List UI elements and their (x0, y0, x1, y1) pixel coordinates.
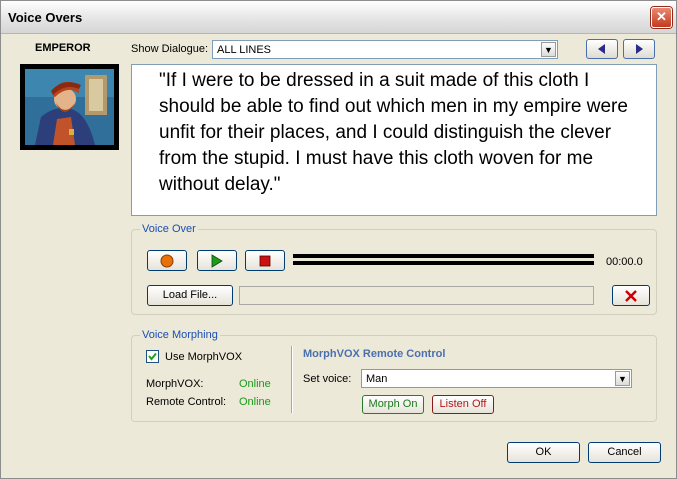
window-title: Voice Overs (8, 10, 83, 25)
play-button[interactable] (197, 250, 237, 271)
dialogue-text-box: "If I were to be dressed in a suit made … (131, 64, 657, 216)
slider-track-bottom (293, 261, 594, 265)
show-dialogue-value: ALL LINES (217, 44, 272, 56)
character-portrait (20, 64, 119, 150)
next-line-button[interactable] (623, 39, 655, 59)
voice-overs-dialog: Voice Overs ✕ EMPEROR Show Dialogue: ALL… (0, 0, 677, 479)
close-button[interactable]: ✕ (651, 7, 672, 28)
playback-position-slider[interactable] (293, 253, 594, 267)
use-morphvox-checkbox[interactable] (146, 350, 159, 363)
set-voice-value: Man (366, 373, 388, 385)
remote-control-status-value: Online (239, 396, 271, 408)
arrow-right-icon (636, 44, 643, 54)
morphing-divider (291, 346, 293, 413)
arrow-left-icon (598, 44, 605, 54)
file-path-field (239, 286, 594, 305)
emperor-portrait-icon (25, 69, 114, 145)
listen-off-label: Listen Off (439, 398, 487, 410)
show-dialogue-label: Show Dialogue: (131, 43, 209, 55)
cancel-label: Cancel (607, 446, 642, 458)
remote-control-status-label: Remote Control: (146, 396, 227, 408)
use-morphvox-label: Use MorphVOX (165, 351, 243, 363)
morph-on-button[interactable]: Morph On (362, 395, 424, 414)
delete-x-icon (625, 290, 637, 302)
checkmark-icon (148, 352, 157, 361)
morph-on-label: Morph On (368, 398, 418, 410)
cancel-button[interactable]: Cancel (588, 442, 661, 463)
slider-track-top (293, 254, 594, 258)
ok-label: OK (535, 446, 552, 458)
morphvox-status-value: Online (239, 378, 271, 390)
load-file-label: Load File... (162, 289, 218, 301)
load-file-button[interactable]: Load File... (147, 285, 233, 306)
chevron-down-icon[interactable]: ▼ (541, 42, 556, 57)
dialogue-text: "If I were to be dressed in a suit made … (159, 70, 628, 195)
voice-morphing-legend: Voice Morphing (140, 329, 220, 341)
chevron-down-icon[interactable]: ▼ (615, 371, 630, 386)
play-icon (211, 254, 223, 268)
stop-button[interactable] (245, 250, 285, 271)
show-dialogue-select[interactable]: ALL LINES ▼ (212, 40, 558, 59)
remote-control-heading: MorphVOX Remote Control (303, 348, 446, 360)
record-icon (160, 254, 174, 268)
delete-file-button[interactable] (612, 285, 650, 306)
previous-line-button[interactable] (586, 39, 618, 59)
set-voice-select[interactable]: Man ▼ (361, 369, 632, 388)
title-bar: Voice Overs ✕ (1, 1, 676, 34)
listen-off-button[interactable]: Listen Off (432, 395, 494, 414)
morphvox-status-label: MorphVOX: (146, 378, 204, 390)
character-name: EMPEROR (35, 42, 91, 54)
set-voice-label: Set voice: (303, 373, 352, 385)
playback-time: 00:00.0 (606, 256, 643, 268)
record-button[interactable] (147, 250, 187, 271)
close-icon: ✕ (656, 9, 667, 24)
voice-over-legend: Voice Over (140, 223, 198, 235)
ok-button[interactable]: OK (507, 442, 580, 463)
stop-icon (259, 255, 271, 267)
